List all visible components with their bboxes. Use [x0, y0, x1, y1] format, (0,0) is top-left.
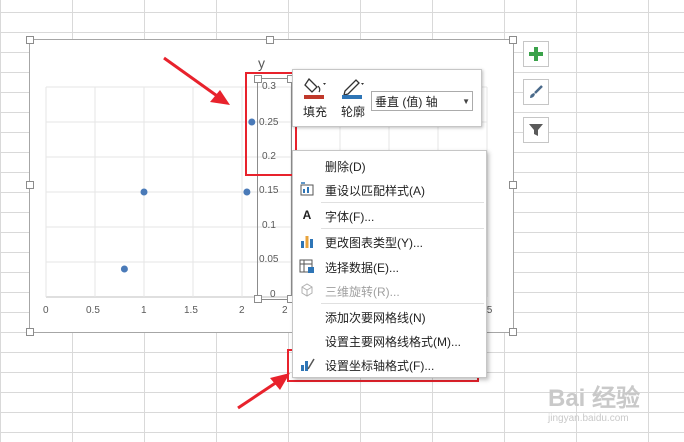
- x-tick-label: 1: [141, 305, 147, 316]
- annotation-arrow: [237, 373, 290, 410]
- menu-item-label: 选择数据(E)...: [325, 261, 399, 275]
- rotation-3d-icon: [299, 282, 315, 298]
- x-tick-label: 1.5: [184, 305, 198, 316]
- data-points: [120, 118, 256, 273]
- watermark-url: jingyan.baidu.com: [548, 413, 629, 424]
- menu-item-select-data[interactable]: 选择数据(E)...: [293, 254, 486, 278]
- brush-icon: [530, 85, 543, 98]
- x-tick-label: 2: [282, 305, 288, 316]
- menu-item-label: 重设以匹配样式(A): [325, 184, 425, 198]
- plus-icon: [529, 47, 543, 61]
- annotation-arrow: [163, 56, 230, 105]
- select-data-icon: [299, 258, 315, 274]
- paint-bucket-icon: [304, 77, 326, 99]
- reset-style-icon: [299, 181, 315, 197]
- data-point[interactable]: [140, 188, 148, 196]
- menu-item-label: 删除(D): [325, 160, 366, 174]
- context-menu: 删除(D) 重设以匹配样式(A) A 字体(F)... 更改图表类型(Y)...…: [292, 150, 487, 378]
- menu-item-label: 设置主要网格线格式(M)...: [325, 335, 461, 349]
- fill-button[interactable]: 填充: [299, 74, 331, 122]
- x-tick-label: 0.5: [86, 305, 100, 316]
- data-point[interactable]: [120, 265, 128, 273]
- format-axis-icon: [299, 356, 315, 372]
- x-tick-label: 2: [239, 305, 245, 316]
- format-mini-toolbar: 填充 轮廓 垂直 (值) 轴 ▼: [292, 69, 482, 127]
- menu-item-3d-rotation[interactable]: 三维旋转(R)...: [293, 278, 486, 302]
- menu-item-font[interactable]: A 字体(F)...: [293, 203, 486, 227]
- menu-item-format-axis[interactable]: 设置坐标轴格式(F)...: [293, 352, 486, 376]
- chart-filters-button[interactable]: [523, 117, 549, 143]
- fill-label: 填充: [302, 105, 327, 119]
- baidu-watermark: Bai 经验 jingyan.baidu.com: [548, 378, 678, 438]
- outline-label: 轮廓: [340, 105, 365, 119]
- chart-elements-button[interactable]: [523, 41, 549, 67]
- x-tick-label: 0: [43, 305, 49, 316]
- outline-button[interactable]: 轮廓: [337, 74, 369, 122]
- menu-item-label: 三维旋转(R)...: [325, 285, 400, 299]
- chart-type-icon: [299, 233, 315, 249]
- chart-element-select[interactable]: 垂直 (值) 轴 ▼: [371, 91, 473, 111]
- menu-item-format-major-gridlines[interactable]: 设置主要网格线格式(M)...: [293, 328, 486, 352]
- menu-item-change-chart-type[interactable]: 更改图表类型(Y)...: [293, 229, 486, 253]
- axis-selection-handle[interactable]: [254, 295, 262, 303]
- menu-item-label: 添加次要网格线(N): [325, 311, 426, 325]
- filter-icon: [529, 124, 543, 136]
- menu-item-label: 设置坐标轴格式(F)...: [325, 359, 435, 373]
- annotation-box-axis: [245, 72, 297, 176]
- chart-styles-button[interactable]: [523, 79, 549, 105]
- dropdown-arrow-icon[interactable]: ▼: [462, 92, 470, 112]
- menu-item-add-minor-gridlines[interactable]: 添加次要网格线(N): [293, 304, 486, 328]
- menu-item-label: 更改图表类型(Y)...: [325, 236, 423, 250]
- menu-item-delete[interactable]: 删除(D): [293, 153, 486, 177]
- menu-item-reset-style[interactable]: 重设以匹配样式(A): [293, 177, 486, 201]
- menu-item-label: 字体(F)...: [325, 210, 375, 224]
- font-icon: A: [302, 208, 312, 222]
- data-point[interactable]: [243, 188, 251, 196]
- chart-element-select-value: 垂直 (值) 轴: [375, 95, 438, 109]
- pen-outline-icon: [342, 79, 364, 99]
- watermark-logo-text: Bai 经验: [548, 385, 641, 412]
